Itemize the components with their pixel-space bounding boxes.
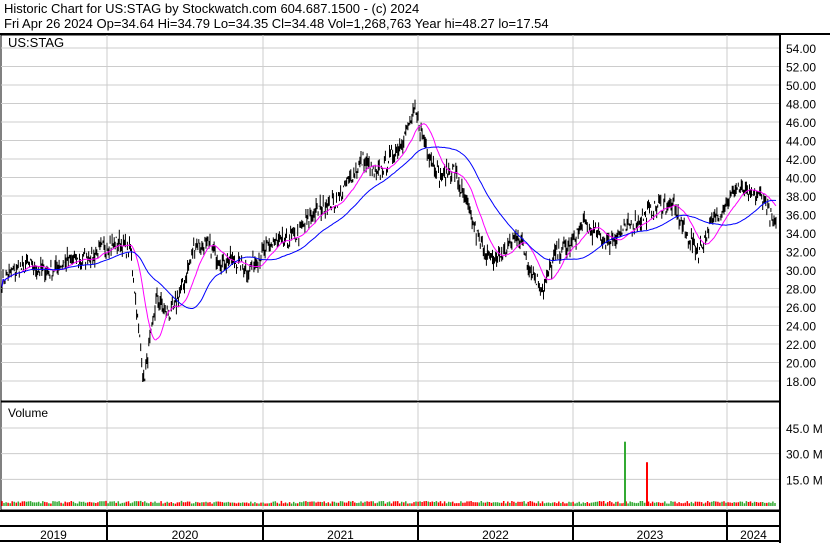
y-tick-label: 50.00 [786, 79, 816, 93]
year-label: 2021 [327, 528, 354, 542]
volume-tick-label: 45.0 M [786, 422, 823, 436]
year-label: 2022 [482, 528, 509, 542]
volume-panel [0, 401, 781, 511]
y-tick-label: 30.00 [786, 264, 816, 278]
y-tick-label: 52.00 [786, 61, 816, 75]
y-tick-label: 40.00 [786, 172, 816, 186]
y-tick-label: 44.00 [786, 135, 816, 149]
y-tick-label: 20.00 [786, 357, 816, 371]
chart-canvas: 54.00 52.00 50.00 48.00 46.00 44.00 42.00 40.00… [0, 33, 830, 543]
y-tick-label: 24.00 [786, 320, 816, 334]
year-label: 2023 [637, 528, 664, 542]
y-tick-label: 36.00 [786, 209, 816, 223]
y-tick-label: 32.00 [786, 246, 816, 260]
year-label: 2019 [40, 528, 67, 542]
y-tick-label: 22.00 [786, 338, 816, 352]
y-tick-label: 54.00 [786, 42, 816, 56]
year-label: 2024 [740, 528, 767, 542]
y-tick-label: 38.00 [786, 190, 816, 204]
y-tick-label: 46.00 [786, 116, 816, 130]
long-ma-line [1, 146, 777, 309]
volume-label: Volume [8, 406, 48, 420]
year-label: 2020 [172, 528, 199, 542]
price-bars [1, 99, 777, 382]
symbol-label: US:STAG [8, 35, 64, 50]
volume-tick-label: 15.0 M [786, 473, 823, 487]
y-tick-label: 42.00 [786, 153, 816, 167]
y-tick-label: 48.00 [786, 98, 816, 112]
y-tick-label: 28.00 [786, 283, 816, 297]
y-tick-label: 34.00 [786, 227, 816, 241]
y-tick-label: 26.00 [786, 301, 816, 315]
stock-chart: Historic Chart for US:STAG by Stockwatch… [0, 0, 830, 543]
y-tick-label: 18.00 [786, 375, 816, 389]
price-panel [0, 34, 781, 402]
volume-bars-down [1, 500, 768, 506]
volume-tick-label: 30.0 M [786, 448, 823, 462]
